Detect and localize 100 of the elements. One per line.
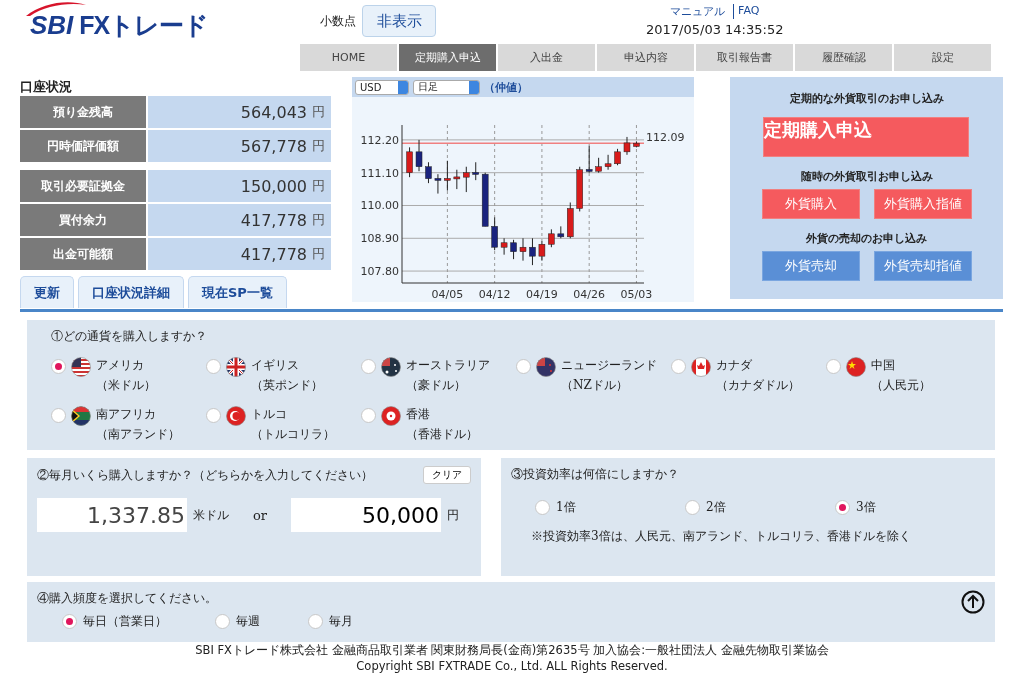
nav-tab[interactable]: 設定 <box>894 44 991 71</box>
radio-button[interactable] <box>826 359 841 374</box>
account-button[interactable]: 口座状況詳細 <box>78 276 184 308</box>
currency-name: カナダ <box>716 357 753 374</box>
currency-unit: （カナダドル） <box>716 377 800 394</box>
currency-unit: （豪ドル） <box>406 377 467 394</box>
unit-label: 米ドル <box>193 506 229 524</box>
axis-label: 108.90 <box>360 232 399 246</box>
decimal-label: 小数点 <box>320 12 356 30</box>
axis-label: 04/19 <box>526 288 558 301</box>
radio-button[interactable] <box>361 359 376 374</box>
currency-name: トルコ <box>251 406 288 423</box>
row-label: 取引必要証拠金 <box>20 170 146 202</box>
arrow-up-icon[interactable] <box>961 590 985 614</box>
candle <box>529 237 536 266</box>
candle <box>557 225 565 239</box>
currency-name: オーストラリア <box>406 357 490 374</box>
currency-unit: （英ポンド） <box>251 377 323 394</box>
candle <box>585 145 593 174</box>
candle <box>567 202 574 239</box>
period-select[interactable]: 日足 <box>413 79 480 95</box>
row-label: 買付余力 <box>20 204 146 236</box>
radio-button[interactable] <box>361 408 376 423</box>
amount-field[interactable]: 50,000 <box>291 498 442 532</box>
datetime: 2017/05/03 14:35:52 <box>646 22 784 37</box>
radio-button[interactable] <box>206 359 221 374</box>
currency-select[interactable]: USD <box>355 79 409 95</box>
logo-text: FXトレード <box>79 9 209 41</box>
footer-text: Copyright SBI FXTRADE Co., Ltd. ALL Rights Reserved. <box>356 659 668 673</box>
flag-icon <box>71 406 91 426</box>
currency-unit: 円 <box>312 177 325 195</box>
axis-label: 112.20 <box>360 133 399 147</box>
radio-button[interactable] <box>516 359 531 374</box>
account-button[interactable]: 更新 <box>20 276 74 308</box>
candle <box>481 172 489 227</box>
question-title: ②毎月いくら購入しますか？（どちらかを入力してください） <box>37 466 373 484</box>
axis-label: 04/26 <box>573 288 605 301</box>
candle <box>614 148 621 166</box>
currency-unit: （香港ドル） <box>406 426 478 443</box>
panel-heading: 定期的な外貨取引のお申し込み <box>789 91 944 106</box>
currency-unit: 円 <box>312 103 325 121</box>
radio-button[interactable] <box>206 408 221 423</box>
amount: 417,778 <box>240 244 307 264</box>
candle <box>623 136 631 156</box>
axis-label: 111.10 <box>360 166 399 180</box>
radio-button[interactable] <box>51 359 66 374</box>
radio-button[interactable] <box>835 500 850 515</box>
nav-tab[interactable]: 入出金 <box>498 44 595 71</box>
header-link[interactable]: マニュアル <box>670 4 726 19</box>
radio-button[interactable] <box>685 500 700 515</box>
option-label: 毎日（営業日） <box>83 613 167 630</box>
nav-tab[interactable]: HOME <box>300 44 397 71</box>
currency-unit: （人民元） <box>871 377 931 394</box>
option-label: 1倍 <box>556 499 576 516</box>
axis-label: 107.80 <box>360 265 399 279</box>
radio-button[interactable] <box>215 614 230 629</box>
currency-unit: 円 <box>312 211 325 229</box>
axis-label: 04/05 <box>431 288 464 301</box>
toggle-button[interactable]: 非表示 <box>362 5 436 37</box>
flag-icon <box>536 357 556 377</box>
question-title: ④購入頻度を選択してください。 <box>37 591 217 605</box>
nav-tab[interactable]: 履歴確認 <box>795 44 892 71</box>
amount: 567,778 <box>240 136 307 156</box>
candle <box>472 161 479 181</box>
currency-name: イギリス <box>251 357 300 374</box>
nav-tab[interactable]: 取引報告書 <box>696 44 793 71</box>
amount-field[interactable]: 1,337.85 <box>37 498 187 532</box>
nav-tab[interactable]: 定期購入申込 <box>399 44 496 71</box>
nav-tab[interactable]: 申込内容 <box>597 44 694 71</box>
row-label: 円時価評価額 <box>20 130 146 162</box>
currency-unit: （トルコリラ） <box>251 426 335 443</box>
option-label: 毎週 <box>236 613 260 630</box>
question-title: ①どの通貨を購入しますか？ <box>51 329 207 343</box>
flag-icon <box>381 357 401 377</box>
axis-label: 110.00 <box>360 199 399 213</box>
footer-text: SBI FXトレード株式会社 金融商品取引業者 関東財務局長(金商)第2635号 加入協会:一般社団法人 金融先物取引業協会 <box>195 643 829 658</box>
row-label: 出金可能額 <box>20 238 146 270</box>
question-title: ③投資効率は何倍にしますか？ <box>511 467 679 481</box>
radio-button[interactable] <box>535 500 550 515</box>
amount: 417,778 <box>240 210 307 230</box>
note-text: ※投資効率3倍は、人民元、南アランド、トルコリラ、香港ドルを除く <box>531 528 912 545</box>
flag-icon <box>691 357 711 377</box>
account-button[interactable]: 現在SP一覧 <box>188 276 287 308</box>
flag-icon <box>71 357 91 377</box>
flag-icon <box>381 406 401 426</box>
radio-button[interactable] <box>671 359 686 374</box>
panel-heading: 随時の外貨取引お申し込み <box>800 169 933 184</box>
candle <box>415 139 423 172</box>
currency-unit: （米ドル） <box>96 377 156 394</box>
candle <box>548 228 555 248</box>
radio-button[interactable] <box>308 614 323 629</box>
radio-button[interactable] <box>51 408 66 423</box>
rate-type-label: （仲値） <box>484 79 528 95</box>
flag-icon <box>846 357 866 377</box>
header-link[interactable]: FAQ <box>733 4 760 19</box>
clear-button[interactable]: クリア <box>423 466 471 484</box>
candle <box>633 140 640 148</box>
radio-button[interactable] <box>62 614 77 629</box>
candle <box>500 237 508 256</box>
currency-name: アメリカ <box>96 357 145 374</box>
